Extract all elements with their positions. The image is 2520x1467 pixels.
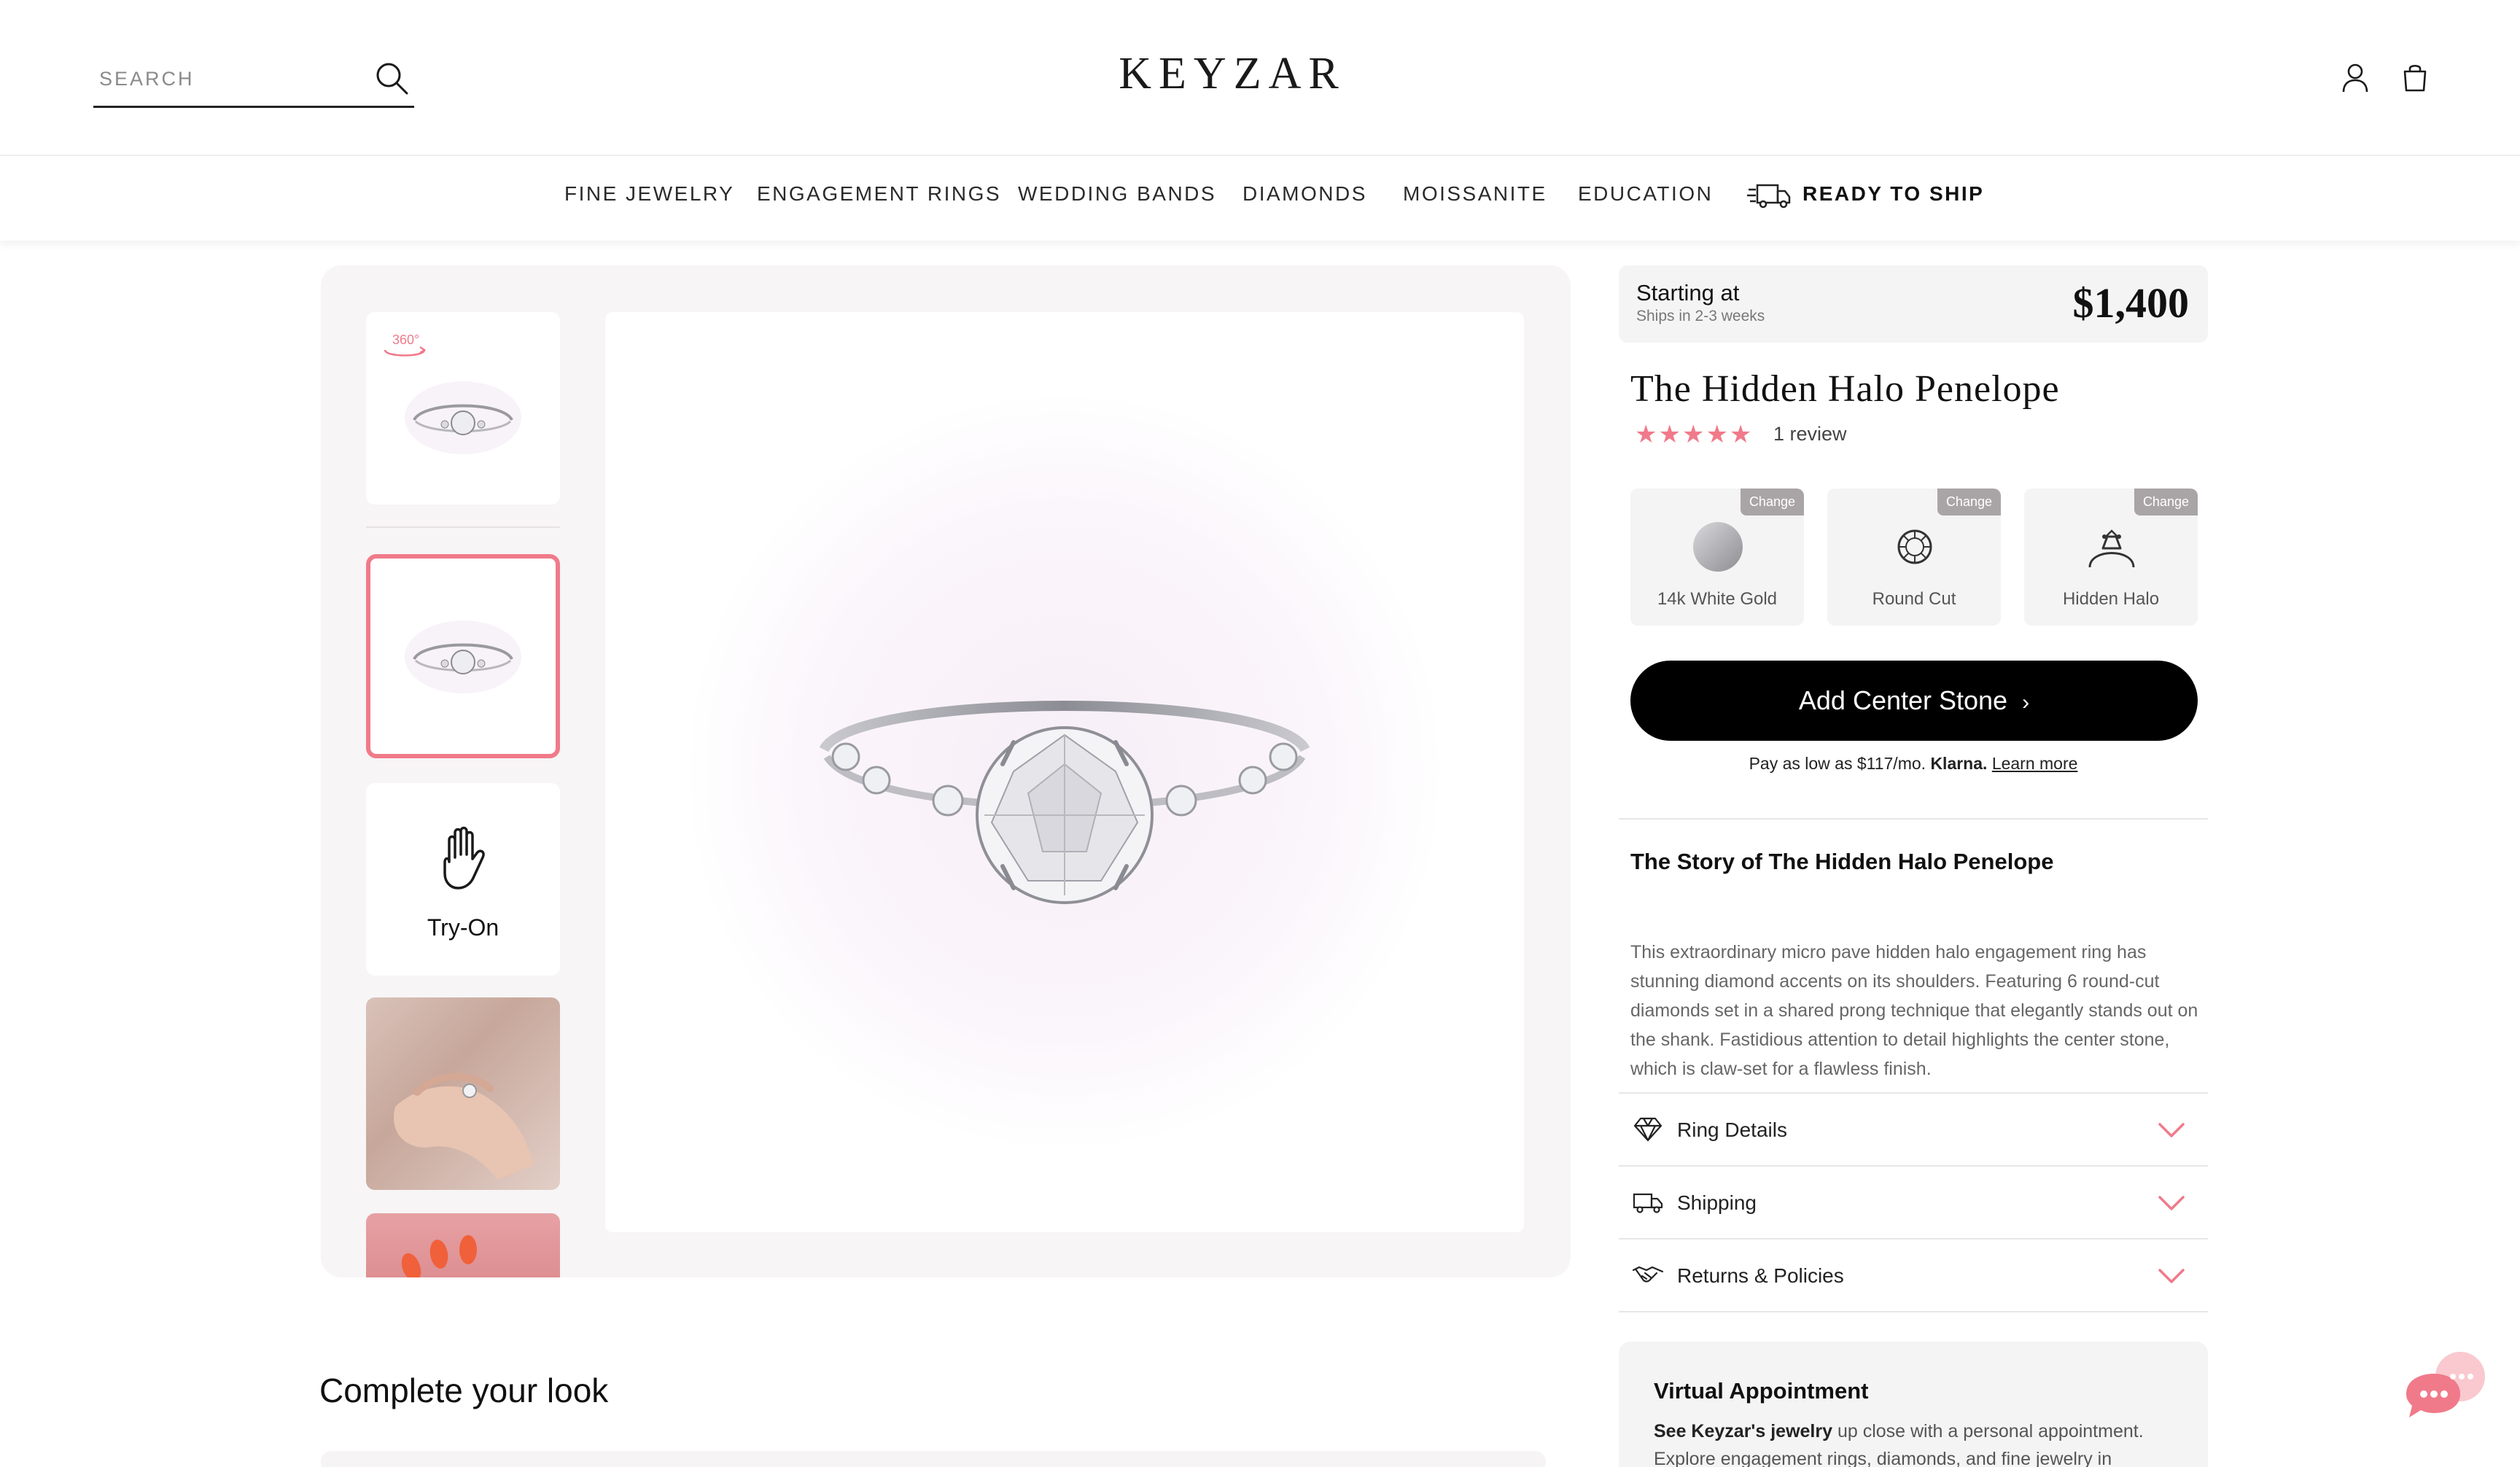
chevron-down-icon xyxy=(2158,1269,2185,1283)
search-input[interactable] xyxy=(99,63,362,95)
ships-in-label: Ships in 2-3 weeks xyxy=(1636,308,1765,324)
virtual-appointment-card[interactable]: Virtual Appointment See Keyzar's jewelry… xyxy=(1619,1342,2208,1467)
starting-at-label: Starting at xyxy=(1636,280,1740,306)
nav-education[interactable]: EDUCATION xyxy=(1578,182,1713,206)
story-heading: The Story of The Hidden Halo Penelope xyxy=(1630,849,2054,874)
chat-icon[interactable] xyxy=(2399,1350,2486,1431)
accordion-shipping[interactable]: Shipping xyxy=(1619,1167,2208,1238)
truck-icon xyxy=(1633,1193,1663,1213)
add-center-stone-label: Add Center Stone xyxy=(1798,685,2008,715)
virtual-appointment-bold: See Keyzar's jewelry xyxy=(1654,1421,1832,1441)
complete-look-carousel xyxy=(321,1451,1546,1467)
returns-label: Returns & Policies xyxy=(1677,1264,1844,1287)
chevron-down-icon xyxy=(2158,1123,2185,1137)
rotate-360-icon: 360° xyxy=(384,332,427,357)
complete-your-look-heading: Complete your look xyxy=(319,1371,609,1409)
thumbnail-360[interactable]: 360° xyxy=(366,312,560,505)
search-icon[interactable] xyxy=(373,60,410,96)
chevron-down-icon xyxy=(2158,1196,2185,1210)
nav-wedding-bands[interactable]: WEDDING BANDS xyxy=(1018,182,1216,206)
shape-label: Round Cut xyxy=(1872,589,1956,609)
thumbnail-lifestyle-photo[interactable] xyxy=(366,1213,560,1277)
hand-with-ring-photo xyxy=(394,1073,534,1180)
price-box: Starting at Ships in 2-3 weeks $1,400 xyxy=(1619,265,2208,343)
ring-thumbnail-image xyxy=(405,381,521,454)
ring-details-label: Ring Details xyxy=(1677,1118,1787,1141)
search-bar[interactable] xyxy=(93,52,414,108)
option-shape[interactable]: Change Round Cut xyxy=(1827,489,2001,626)
accordion-ring-details[interactable]: Ring Details xyxy=(1619,1094,2208,1165)
setting-label: Hidden Halo xyxy=(2062,589,2160,609)
add-center-stone-button[interactable]: Add Center Stone › xyxy=(1630,661,2198,741)
site-logo[interactable]: KEYZAR xyxy=(1094,48,1371,100)
change-metal-button[interactable]: Change xyxy=(1740,489,1804,515)
metal-label: 14k White Gold xyxy=(1657,589,1778,609)
account-icon[interactable] xyxy=(2339,61,2371,93)
nails-photo xyxy=(401,1235,477,1277)
section-divider xyxy=(1619,818,2208,820)
nav-fine-jewelry[interactable]: FINE JEWELRY xyxy=(564,182,734,206)
metal-swatch-icon xyxy=(1693,522,1743,572)
change-shape-button[interactable]: Change xyxy=(1937,489,2001,515)
thumbnail-hand-photo[interactable] xyxy=(366,997,560,1190)
main-product-image[interactable] xyxy=(605,312,1524,1232)
rating-stars[interactable]: ★★★★★ xyxy=(1635,420,1753,449)
nav-engagement-rings[interactable]: ENGAGEMENT RINGS xyxy=(757,182,1001,206)
klarna-logo: Klarna. xyxy=(1930,754,1988,773)
diamond-icon xyxy=(1633,1117,1662,1142)
handshake-icon xyxy=(1632,1266,1664,1283)
round-cut-diamond-icon xyxy=(1897,529,1932,564)
thumbnail-divider xyxy=(366,526,560,528)
accordion-divider xyxy=(1619,1311,2208,1312)
virtual-appointment-heading: Virtual Appointment xyxy=(1654,1378,1869,1404)
main-nav: FINE JEWELRY ENGAGEMENT RINGS WEDDING BA… xyxy=(0,156,2520,241)
badge-360: 360° xyxy=(392,332,419,347)
product-title: The Hidden Halo Penelope xyxy=(1630,368,2060,410)
product-price: $1,400 xyxy=(2072,279,2190,327)
ring-thumbnail-image xyxy=(405,620,521,693)
chevron-right-icon: › xyxy=(2022,690,2030,715)
shipping-label: Shipping xyxy=(1677,1191,1757,1214)
thumbnail-front-view[interactable] xyxy=(366,554,560,758)
shopping-bag-icon[interactable] xyxy=(2399,61,2431,93)
klarna-financing: Pay as low as $117/mo. Klarna. Learn mor… xyxy=(1619,754,2208,774)
ring-main-image xyxy=(685,392,1444,1151)
hand-icon xyxy=(443,826,485,890)
story-text: This extraordinary micro pave hidden hal… xyxy=(1630,942,2198,1079)
virtual-appointment-text: See Keyzar's jewelry up close with a per… xyxy=(1654,1417,2193,1467)
nav-diamonds[interactable]: DIAMONDS xyxy=(1242,182,1367,206)
product-gallery: 360° Try-On xyxy=(321,265,1571,1277)
nav-moissanite[interactable]: MOISSANITE xyxy=(1403,182,1547,206)
try-on-label: Try-On xyxy=(427,914,499,941)
option-setting[interactable]: Change Hidden Halo xyxy=(2024,489,2198,626)
change-setting-button[interactable]: Change xyxy=(2134,489,2198,515)
review-count-link[interactable]: 1 review xyxy=(1773,423,1847,445)
truck-icon xyxy=(1747,184,1791,209)
klarna-text: Pay as low as $117/mo. xyxy=(1749,754,1926,773)
learn-more-link[interactable]: Learn more xyxy=(1992,754,2078,773)
thumbnail-try-on[interactable]: Try-On xyxy=(366,783,560,976)
accordion-returns[interactable]: Returns & Policies xyxy=(1619,1240,2208,1311)
hidden-halo-ring-icon xyxy=(2088,529,2135,568)
nav-ready-to-ship[interactable]: READY TO SHIP xyxy=(1802,182,1984,206)
option-metal[interactable]: Change 14k White Gold xyxy=(1630,489,1804,626)
